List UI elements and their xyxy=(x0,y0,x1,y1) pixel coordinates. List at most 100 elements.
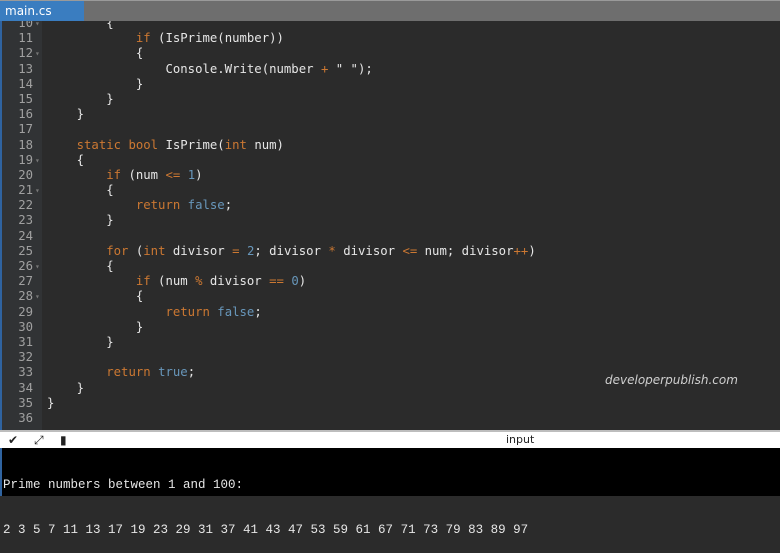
fold-arrow-icon[interactable]: ▾ xyxy=(35,259,40,274)
code-token-str: " " xyxy=(335,61,358,76)
code-token-op: = xyxy=(232,243,240,258)
line-number: 20 xyxy=(18,167,33,182)
code-token-plain: { xyxy=(47,46,144,61)
code-token-lit: false xyxy=(217,304,255,319)
code-line: 19 ▾ { xyxy=(0,153,780,168)
output-line: 2 3 5 7 11 13 17 19 23 29 31 37 41 43 47… xyxy=(3,523,529,537)
code-line: 11 if (IsPrime(number)) xyxy=(0,31,780,46)
code-text: if (num <= 1) xyxy=(47,167,203,183)
code-line: 14 } xyxy=(0,77,780,92)
code-token-plain: } xyxy=(47,334,114,349)
fold-arrow-icon[interactable]: ▾ xyxy=(35,46,40,61)
code-text: if (IsPrime(number)) xyxy=(47,31,284,46)
code-token-plain: } xyxy=(47,319,144,334)
fold-arrow-icon[interactable]: ▾ xyxy=(35,183,40,198)
input-label[interactable]: input xyxy=(506,432,534,448)
code-token-plain: { xyxy=(47,152,85,167)
code-line: 25 for (int divisor = 2; divisor * divis… xyxy=(0,244,780,259)
code-line: 36 xyxy=(0,411,780,426)
code-token-op: <= xyxy=(402,243,418,258)
code-line: 23 } xyxy=(0,213,780,228)
code-token-plain: { xyxy=(47,183,114,198)
code-text: } xyxy=(47,396,54,411)
code-token-plain: ) xyxy=(528,243,536,258)
line-number: 22 xyxy=(18,198,33,213)
code-text: } xyxy=(47,213,114,228)
line-number: 30 xyxy=(18,319,33,334)
fold-arrow-icon[interactable]: ▾ xyxy=(35,153,40,168)
line-number: 35 xyxy=(18,395,33,410)
code-line: 24 xyxy=(0,229,780,244)
code-text: } xyxy=(47,334,114,350)
line-number: 25 xyxy=(18,243,33,258)
code-token-num: 0 xyxy=(291,274,299,289)
tab-bar: main.cs xyxy=(0,0,780,22)
code-token-lit: true xyxy=(158,365,188,380)
code-text: } xyxy=(47,92,113,107)
code-token-kw: static xyxy=(76,137,122,152)
line-number: 28 xyxy=(18,289,33,304)
code-text: } xyxy=(47,381,84,396)
code-line: 28 ▾ { xyxy=(0,289,780,304)
line-number: 17 xyxy=(18,122,33,137)
line-number: 10 xyxy=(18,21,33,30)
code-token-plain: divisor xyxy=(335,243,403,258)
fold-arrow-icon[interactable]: ▾ xyxy=(35,21,40,31)
code-text: { xyxy=(47,153,84,168)
code-line: 16 } xyxy=(0,107,780,122)
code-token-plain: num; divisor xyxy=(417,243,514,258)
code-text: } xyxy=(47,107,84,122)
code-token-kw: for xyxy=(106,243,129,258)
expand-icon[interactable]: ⤢ xyxy=(34,432,44,448)
code-token-plain: } xyxy=(47,380,85,395)
fold-arrow-icon[interactable]: ▾ xyxy=(35,289,40,304)
code-token-plain: ; xyxy=(254,304,262,319)
line-number: 36 xyxy=(18,410,33,425)
code-token-plain: num) xyxy=(246,137,284,152)
clear-icon[interactable]: ▮ xyxy=(60,432,67,448)
code-token-num: 1 xyxy=(187,167,196,182)
line-number: 26 xyxy=(18,259,33,273)
code-token-op: ++ xyxy=(513,243,529,258)
code-line: 32 xyxy=(0,350,780,365)
code-token-plain: } xyxy=(47,107,85,122)
code-text: { xyxy=(47,46,143,61)
line-number: 16 xyxy=(18,107,33,122)
line-number: 24 xyxy=(18,228,33,243)
code-text: for (int divisor = 2; divisor * divisor … xyxy=(47,243,536,259)
code-token-plain: } xyxy=(47,213,114,228)
line-number: 29 xyxy=(18,304,33,319)
tab-main-cs[interactable]: main.cs xyxy=(0,1,84,22)
line-number: 23 xyxy=(18,213,33,228)
code-token-plain: (num xyxy=(150,274,196,289)
code-token-op: == xyxy=(269,274,284,289)
code-token-plain: divisor xyxy=(202,274,270,289)
code-line: 26 ▾ { xyxy=(0,259,780,274)
code-token-kw: if xyxy=(135,31,151,46)
code-line: 20 if (num <= 1) xyxy=(0,168,780,183)
code-line: 35} xyxy=(0,396,780,411)
code-token-op: <= xyxy=(165,167,181,182)
code-lines: 10 ▾ {11 if (IsPrime(number)) 12 ▾ {13 Cons… xyxy=(0,21,780,426)
chevron-down-icon[interactable]: ✔ xyxy=(8,432,18,448)
code-text: return true; xyxy=(47,365,195,380)
code-editor[interactable]: 10 ▾ {11 if (IsPrime(number)) 12 ▾ {13 Cons… xyxy=(0,21,780,430)
code-line: 27 if (num % divisor == 0) xyxy=(0,274,780,289)
code-line: 15 } xyxy=(0,92,780,107)
line-number: 18 xyxy=(18,137,33,152)
code-text: } xyxy=(47,77,143,92)
code-text: Console.Write(number + " "); xyxy=(47,61,372,77)
code-token-plain: { xyxy=(47,259,114,273)
watermark: developerpublish.com xyxy=(605,373,738,387)
code-token-plain: ) xyxy=(195,167,203,182)
line-number: 27 xyxy=(18,274,33,289)
